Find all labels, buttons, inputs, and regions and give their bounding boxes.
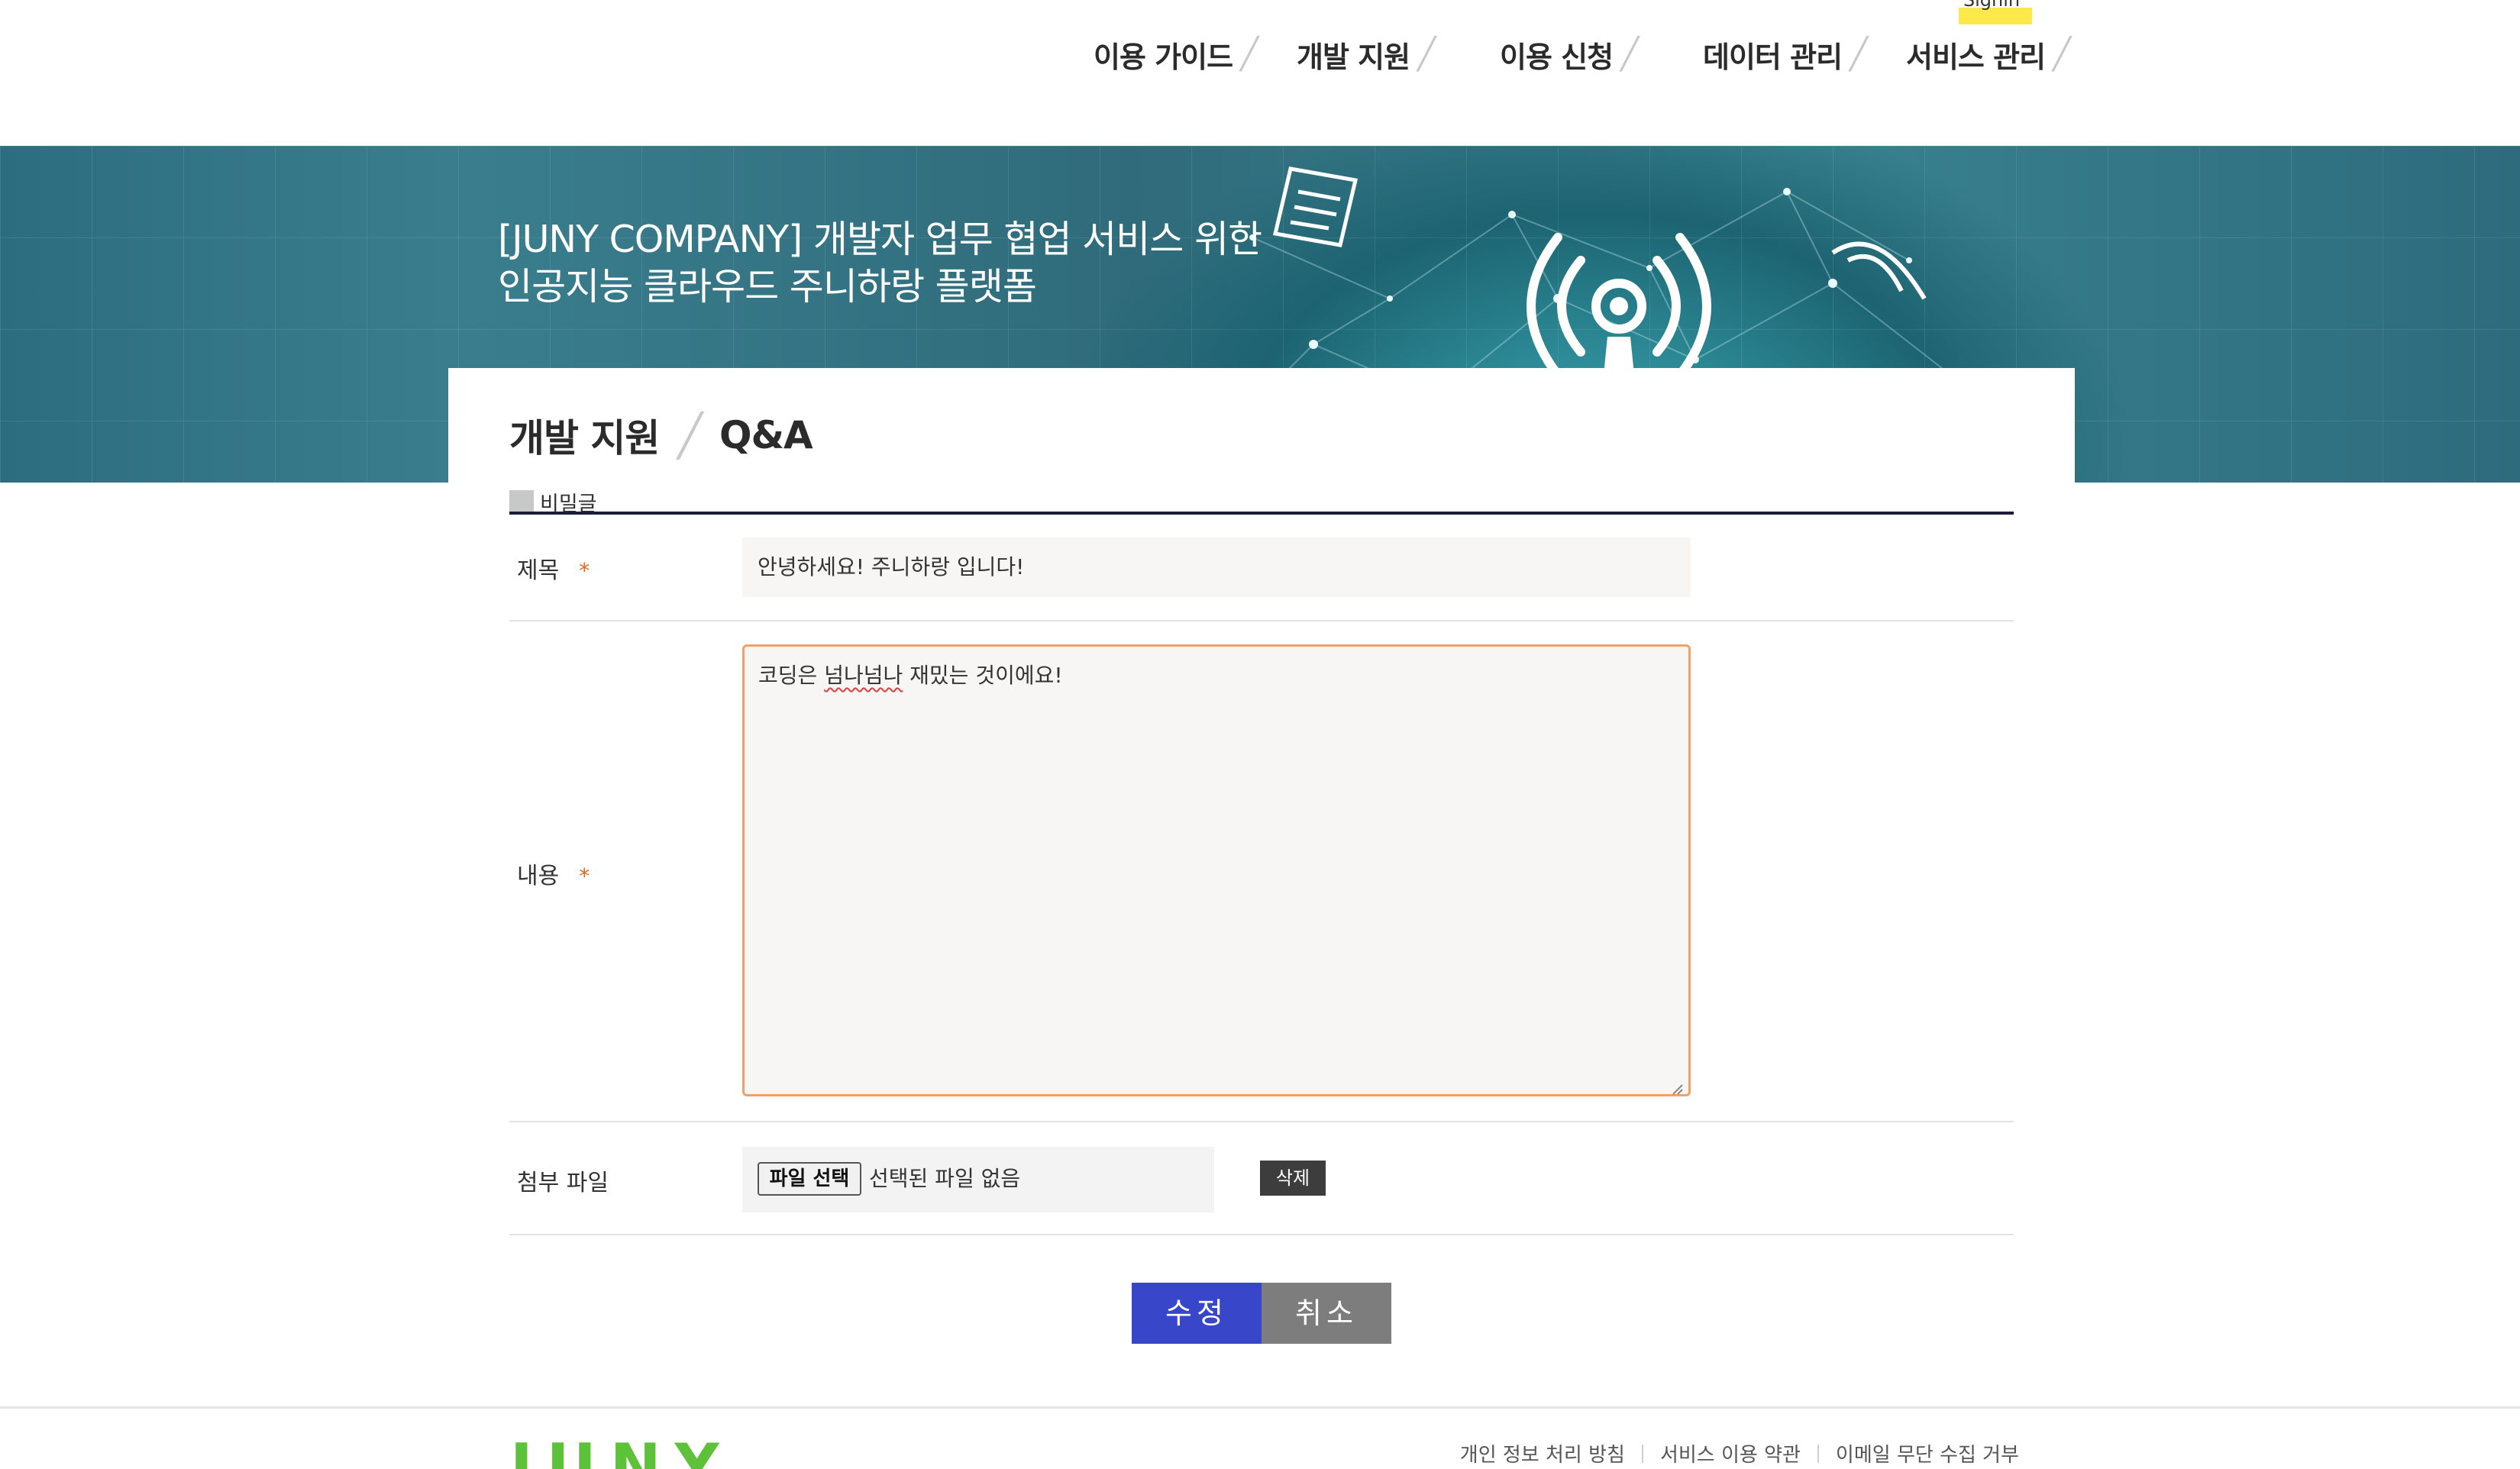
signin-label: Signin [1963, 0, 2021, 11]
nav-item-guide[interactable]: 이용 가이드 ╱ [1094, 32, 1258, 76]
resize-handle-icon[interactable] [1669, 1080, 1684, 1096]
content-label-text: 내용 [517, 863, 560, 889]
nav-item-dev-support-label: 개발 지원 [1297, 40, 1410, 74]
attachment-label-text: 첨부 파일 [517, 1170, 609, 1196]
top-navigation: Signin 이용 가이드 ╱ 개발 지원 ╱ 이용 신청 ╱ 데이터 관리 ╱… [0, 0, 2520, 145]
no-file-selected-text: 선택된 파일 없음 [869, 1166, 1021, 1191]
title-label: 제목 * [517, 551, 590, 585]
footer-divider [1817, 1444, 1819, 1463]
breadcrumb-section[interactable]: 개발 지원 [509, 408, 660, 463]
nav-item-apply-label: 이용 신청 [1500, 40, 1614, 74]
row-divider [509, 620, 2014, 622]
nav-separator: ╱ [1417, 37, 1436, 72]
footer: JUNY 개인 정보 처리 방침 서비스 이용 약관 이메일 무단 수집 거부 [0, 1406, 2520, 1469]
attachment-label: 첨부 파일 [517, 1164, 609, 1197]
misspelled-word: 넘나넘나 [824, 663, 903, 688]
title-input[interactable]: 안녕하세요! 주니하랑 입니다! [742, 538, 1691, 597]
nav-separator: ╱ [1240, 37, 1259, 72]
cancel-button[interactable]: 취소 [1262, 1283, 1391, 1344]
footer-divider [1641, 1444, 1643, 1463]
nav-item-service-management-label: 서비스 관리 [1906, 40, 2046, 74]
satellite-dish-icon [1831, 241, 1927, 300]
nav-item-service-management[interactable]: 서비스 관리 ╱ [1906, 32, 2071, 76]
breadcrumb: 개발 지원 ╱ Q&A [509, 408, 872, 463]
nav-item-data-management[interactable]: 데이터 관리 ╱ [1703, 32, 1868, 76]
row-divider [509, 1234, 2014, 1235]
delete-file-button[interactable]: 삭제 [1260, 1161, 1326, 1196]
content-text-suffix: 재밌는 것이에요! [903, 663, 1063, 688]
row-divider [509, 1121, 2014, 1122]
banner-title: [JUNY COMPANY] 개발자 업무 협업 서비스 위한 인공지능 클라우… [498, 216, 1262, 311]
nav-separator: ╱ [1850, 37, 1869, 72]
nav-item-data-management-label: 데이터 관리 [1703, 40, 1843, 74]
required-mark: * [579, 864, 590, 889]
choose-file-button[interactable]: 파일 선택 [758, 1162, 861, 1196]
breadcrumb-current-page: Q&A [719, 413, 872, 457]
nav-item-dev-support[interactable]: 개발 지원 ╱ [1297, 32, 1436, 76]
file-input[interactable]: 파일 선택 선택된 파일 없음 [742, 1147, 1214, 1212]
banner-title-line2: 인공지능 클라우드 주니하랑 플랫폼 [498, 265, 1037, 308]
footer-link-privacy[interactable]: 개인 정보 처리 방침 [1460, 1439, 1625, 1467]
breadcrumb-separator: ╱ [677, 411, 703, 460]
content-card: 개발 지원 ╱ Q&A 비밀글 제목 * 안녕하세요! 주니하랑 입니다! 내용 *… [448, 368, 2075, 1391]
content-text-prefix: 코딩은 [758, 663, 825, 688]
footer-link-email-policy[interactable]: 이메일 무단 수집 거부 [1836, 1439, 2019, 1467]
footer-link-terms[interactable]: 서비스 이용 약관 [1660, 1439, 1801, 1467]
document-icon [1272, 166, 1359, 247]
secret-checkbox[interactable] [509, 489, 534, 515]
signin-link[interactable]: Signin [1951, 0, 2032, 24]
nav-item-guide-label: 이용 가이드 [1094, 40, 1233, 74]
nav-item-apply[interactable]: 이용 신청 ╱ [1500, 32, 1639, 76]
breadcrumb-current-label: Q&A [719, 413, 813, 457]
submit-edit-button[interactable]: 수정 [1132, 1283, 1262, 1344]
nav-separator: ╱ [2053, 37, 2072, 72]
required-mark: * [579, 558, 590, 583]
title-label-text: 제목 [517, 557, 560, 584]
nav-separator: ╱ [1620, 37, 1640, 72]
footer-links: 개인 정보 처리 방침 서비스 이용 약관 이메일 무단 수집 거부 [1460, 1439, 2019, 1467]
content-label: 내용 * [517, 857, 590, 890]
footer-logo: JUNY [510, 1431, 733, 1469]
form-top-rule [509, 512, 2014, 515]
banner-title-line1: [JUNY COMPANY] 개발자 업무 협업 서비스 위한 [498, 218, 1262, 261]
content-textarea[interactable]: 코딩은 넘나넘나 재밌는 것이에요! [742, 644, 1691, 1096]
